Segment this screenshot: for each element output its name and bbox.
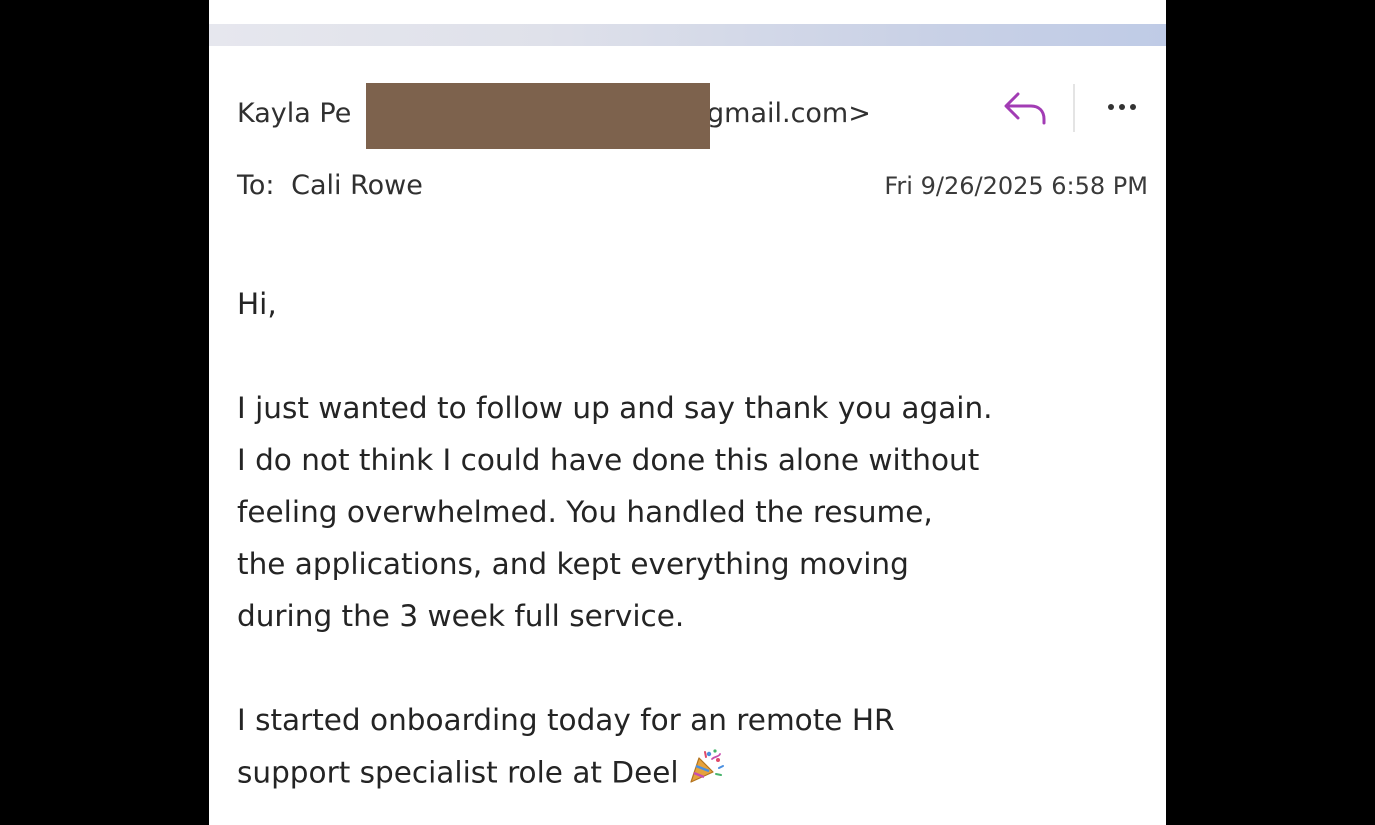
header-gradient-bar <box>209 24 1166 46</box>
reply-arrow-icon <box>1004 92 1046 125</box>
sender-email-domain: gmail.com> <box>707 98 871 129</box>
body-line: I just wanted to follow up and say thank… <box>237 391 993 425</box>
sender-name: Kayla Pe <box>237 98 352 129</box>
message-body: Hi, I just wanted to follow up and say t… <box>237 278 1137 802</box>
redaction-box <box>366 83 710 149</box>
recipient-line: To: Cali Rowe <box>237 166 423 206</box>
party-popper-icon <box>685 746 725 802</box>
body-line-last: support specialist role at Deel <box>237 746 1137 802</box>
toolbar-divider <box>1073 84 1075 132</box>
body-line: I do not think I could have done this al… <box>237 443 980 477</box>
more-options-icon <box>1108 104 1136 110</box>
body-line: during the 3 week full service. <box>237 599 685 633</box>
to-label: To: <box>237 170 275 201</box>
sender-line[interactable]: Kayla Pe gmail.com> <box>237 94 871 134</box>
reply-button[interactable] <box>1001 86 1051 128</box>
body-line: I started onboarding today for an remote… <box>237 703 895 737</box>
recipient-name[interactable]: Cali Rowe <box>291 170 423 201</box>
email-reading-pane: Kayla Pe gmail.com> To: Cali Rowe Fri 9/… <box>209 0 1166 825</box>
body-line: the applications, and kept everything mo… <box>237 547 909 581</box>
body-line-text: support specialist role at Deel <box>237 755 679 790</box>
body-line: feeling overwhelmed. You handled the res… <box>237 495 933 529</box>
greeting-text: Hi, <box>237 287 277 321</box>
more-options-button[interactable] <box>1102 92 1142 122</box>
message-date: Fri 9/26/2025 6:58 PM <box>884 172 1148 200</box>
